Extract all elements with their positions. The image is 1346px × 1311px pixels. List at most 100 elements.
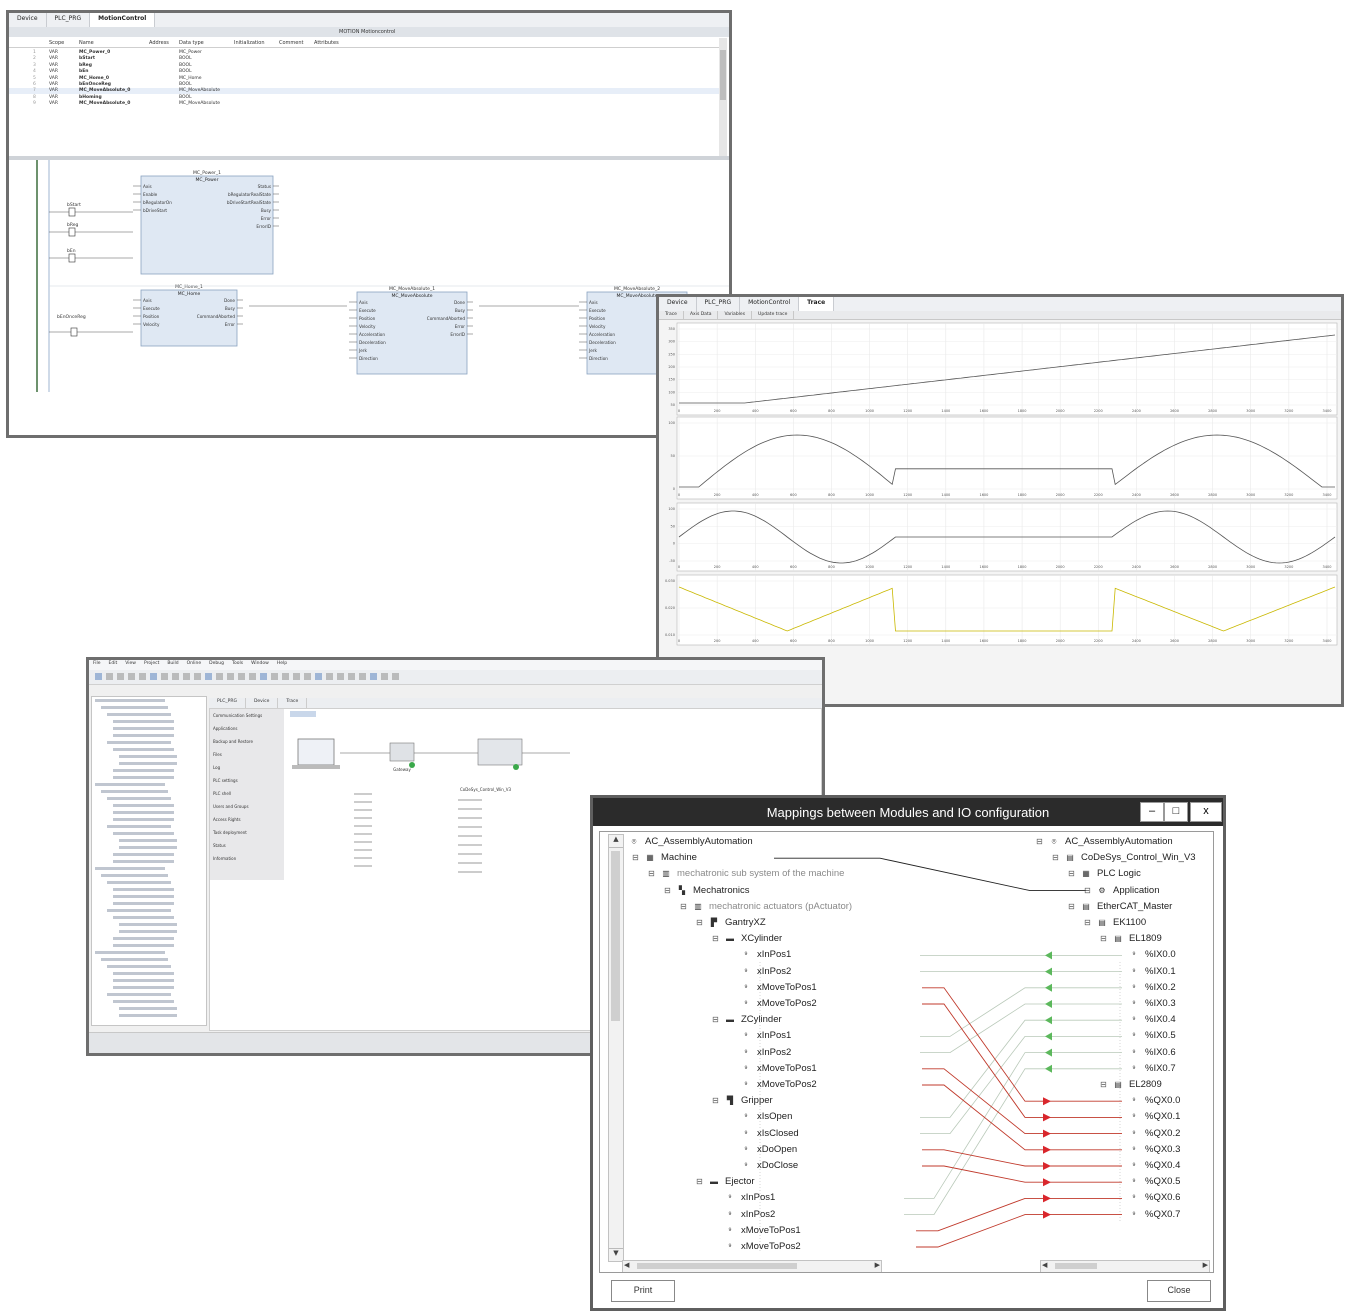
expand-toggle-icon[interactable]: ⊟	[680, 902, 687, 911]
tree-row[interactable]	[113, 1000, 174, 1003]
module-tree-node[interactable]: ⁹ xIsOpen	[740, 1111, 792, 1122]
tree-row[interactable]	[113, 776, 174, 779]
scroll-left-icon[interactable]: ◀	[1042, 1261, 1047, 1269]
io-tree-node[interactable]: ⁹ %IX0.6	[1128, 1047, 1175, 1058]
tree-row[interactable]	[113, 853, 174, 856]
io-tree-node[interactable]: ⁹ %QX0.4	[1128, 1160, 1180, 1171]
toolbar-icon[interactable]	[392, 673, 399, 680]
config-item[interactable]: Status	[213, 843, 226, 848]
subtab-active[interactable]	[290, 711, 316, 717]
ide-tab-plc_prg[interactable]: PLC_PRG	[209, 698, 246, 708]
tree-row[interactable]	[113, 972, 174, 975]
vertical-scrollbar[interactable]: ▲ ▼	[608, 834, 624, 1262]
tree-row[interactable]	[95, 951, 165, 954]
module-tree-node[interactable]: ⁹ xInPos1	[740, 1030, 791, 1041]
tree-row[interactable]	[113, 720, 174, 723]
expand-toggle-icon[interactable]: ⊟	[1068, 902, 1075, 911]
toolbar-icon[interactable]	[359, 673, 366, 680]
maximize-button[interactable]: □	[1164, 802, 1188, 822]
module-tree-node[interactable]: ⁹ xIsClosed	[740, 1128, 798, 1139]
tree-row[interactable]	[113, 979, 174, 982]
left-scroll-thumb[interactable]	[637, 1263, 797, 1269]
tree-row[interactable]	[113, 860, 174, 863]
module-tree-node[interactable]: ▬ XCylinder	[724, 933, 782, 944]
tree-row[interactable]	[113, 727, 174, 730]
module-tree-node[interactable]: ⁹ xInPos2	[740, 966, 791, 977]
config-item[interactable]: Files	[213, 752, 222, 757]
close-button[interactable]: Close	[1147, 1280, 1211, 1302]
module-tree-node[interactable]: ▛ GantryXZ	[708, 917, 766, 928]
trace-tab-device[interactable]: Device	[659, 297, 697, 311]
toolbar-icon[interactable]	[183, 673, 190, 680]
scroll-left-icon[interactable]: ◀	[624, 1261, 629, 1269]
right-horizontal-scrollbar[interactable]: ◀ ▶	[1040, 1260, 1210, 1272]
table-row[interactable]: 1 VAR MC_Power_0 MC_Power	[9, 50, 719, 56]
declaration-table[interactable]: Scope Name Address Data type Initialization C…	[9, 38, 719, 156]
io-tree-node[interactable]: ⁹ %IX0.1	[1128, 966, 1175, 977]
io-tree-node[interactable]: ⁹ %IX0.4	[1128, 1014, 1175, 1025]
module-tree-node[interactable]: ⁹ xDoOpen	[740, 1144, 797, 1155]
ide-tab-trace[interactable]: Trace	[278, 698, 308, 708]
expand-toggle-icon[interactable]: ⊟	[696, 1177, 703, 1186]
menu-item[interactable]: Online	[183, 660, 206, 670]
io-tree-node[interactable]: ⁹ %QX0.2	[1128, 1128, 1180, 1139]
toolbar-icon[interactable]	[304, 673, 311, 680]
table-row[interactable]: 9 VAR MC_MoveAbsolute_0 MC_MoveAbsolute	[9, 101, 719, 107]
io-tree-node[interactable]: ⁹ %IX0.7	[1128, 1063, 1175, 1074]
trace-tab-trace[interactable]: Trace	[799, 297, 835, 311]
config-item[interactable]: Applications	[213, 726, 237, 731]
tree-row[interactable]	[113, 916, 174, 919]
tree-row[interactable]	[95, 783, 165, 786]
expand-toggle-icon[interactable]: ⊟	[1052, 853, 1059, 862]
table-row[interactable]: 7 VAR MC_MoveAbsolute_0 MC_MoveAbsolute	[9, 88, 719, 95]
tree-row[interactable]	[107, 741, 171, 744]
table-row[interactable]: 8 VAR bHoming BOOL	[9, 95, 719, 101]
tree-row[interactable]	[119, 846, 177, 849]
tab-device[interactable]: Device	[9, 13, 47, 27]
menu-item[interactable]: Tools	[228, 660, 247, 670]
expand-toggle-icon[interactable]: ⊟	[648, 869, 655, 878]
toolbar-icon[interactable]	[293, 673, 300, 680]
trace-tab-plc_prg[interactable]: PLC_PRG	[697, 297, 741, 311]
tree-row[interactable]	[101, 874, 168, 877]
tree-row[interactable]	[107, 993, 171, 996]
module-tree-node[interactable]: ▬ Ejector	[708, 1176, 755, 1187]
expand-toggle-icon[interactable]: ⊟	[632, 853, 639, 862]
column-header[interactable]: Scope	[49, 40, 64, 46]
tree-row[interactable]	[119, 839, 177, 842]
expand-toggle-icon[interactable]: ⊟	[1084, 886, 1091, 895]
toolbar-icon[interactable]	[249, 673, 256, 680]
toolbar-icon[interactable]	[150, 673, 157, 680]
toolbar-icon[interactable]	[95, 673, 102, 680]
scroll-up-icon[interactable]: ▲	[609, 835, 623, 848]
expand-toggle-icon[interactable]: ⊟	[1100, 934, 1107, 943]
menu-item[interactable]: Help	[273, 660, 291, 670]
trace-subtab[interactable]: Update trace	[752, 311, 795, 319]
tree-row[interactable]	[113, 888, 174, 891]
module-tree-node[interactable]: ⁹ xInPos1	[740, 949, 791, 960]
io-tree-node[interactable]: ⁹ %QX0.3	[1128, 1144, 1180, 1155]
tree-row[interactable]	[119, 1014, 177, 1017]
table-row[interactable]: 4 VAR bEn BOOL	[9, 69, 719, 75]
io-tree-node[interactable]: ▤ EL1809	[1112, 933, 1162, 944]
menu-item[interactable]: File	[89, 660, 105, 670]
expand-toggle-icon[interactable]: ⊟	[1084, 918, 1091, 927]
io-tree-node[interactable]: ⁹ %IX0.2	[1128, 982, 1175, 993]
tree-row[interactable]	[119, 923, 177, 926]
toolbar-icon[interactable]	[216, 673, 223, 680]
tree-row[interactable]	[113, 902, 174, 905]
tree-row[interactable]	[107, 713, 171, 716]
module-tree-node[interactable]: ⁹ xMoveToPos2	[740, 1079, 816, 1090]
module-tree-node[interactable]: ▥ mechatronic actuators (pActuator)	[692, 901, 852, 912]
tree-row[interactable]	[113, 804, 174, 807]
tree-row[interactable]	[113, 818, 174, 821]
toolbar-icon[interactable]	[172, 673, 179, 680]
menu-item[interactable]: View	[121, 660, 140, 670]
io-tree-node[interactable]: ▦ PLC Logic	[1080, 868, 1141, 879]
print-button[interactable]: Print	[611, 1280, 675, 1302]
trace-subtab[interactable]: Trace	[659, 311, 684, 319]
expand-toggle-icon[interactable]: ⊟	[712, 934, 719, 943]
tree-row[interactable]	[107, 881, 171, 884]
io-tree-node[interactable]: ▤ EtherCAT_Master	[1080, 901, 1172, 912]
column-header[interactable]: Attributes	[314, 40, 339, 46]
